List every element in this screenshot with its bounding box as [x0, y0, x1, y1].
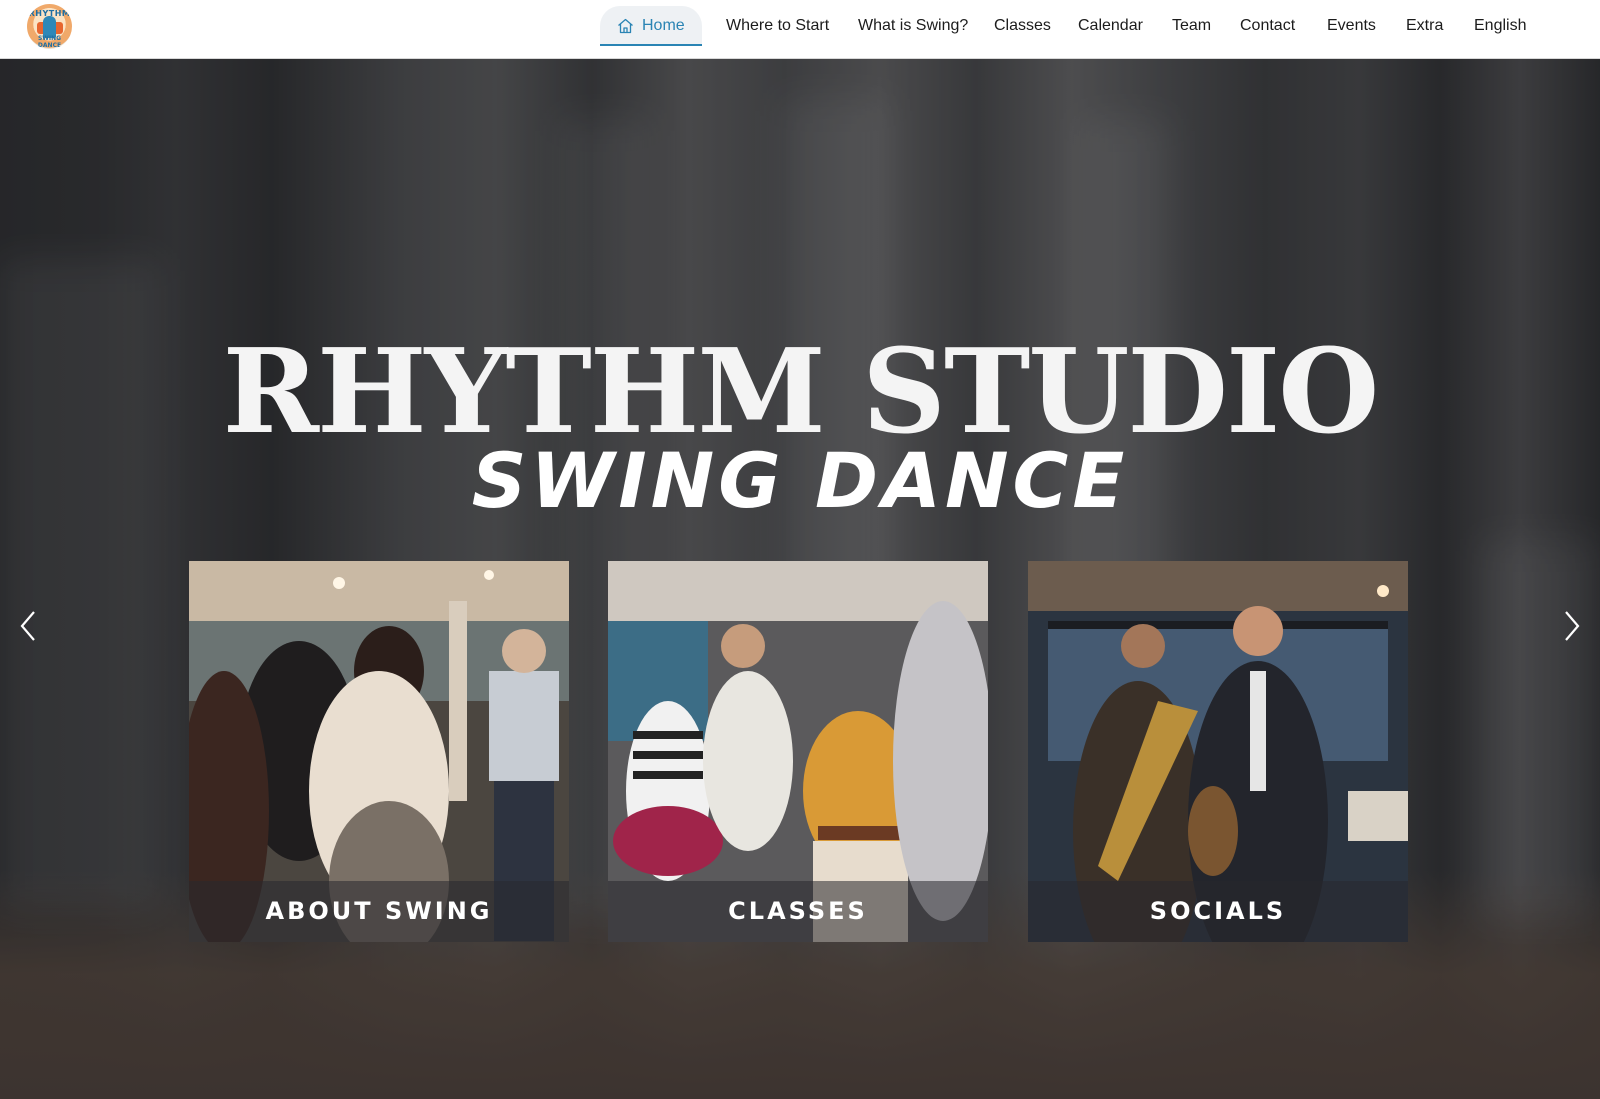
nav-team[interactable]: Team	[1172, 6, 1211, 46]
home-icon	[618, 18, 633, 34]
logo-text-bottom: SWING DANCE	[37, 35, 62, 49]
nav-calendar[interactable]: Calendar	[1078, 6, 1143, 46]
hero-subtitle: SWING DANCE	[471, 436, 1129, 525]
nav-classes[interactable]: Classes	[994, 6, 1051, 46]
nav-home[interactable]: Home	[600, 6, 702, 46]
carousel-next-button[interactable]	[1560, 606, 1584, 646]
nav-events[interactable]: Events	[1327, 6, 1376, 46]
nav-what-is-swing[interactable]: What is Swing?	[858, 6, 968, 46]
nav-home-label: Home	[642, 17, 685, 34]
card-classes-label: CLASSES	[608, 881, 988, 942]
nav-language[interactable]: English	[1474, 6, 1526, 46]
top-navigation-bar: RHYTHM SWING DANCE Home Where to Start W…	[0, 0, 1600, 59]
nav-extra[interactable]: Extra	[1406, 6, 1443, 46]
site-logo[interactable]: RHYTHM SWING DANCE	[27, 4, 72, 49]
nav-contact[interactable]: Contact	[1240, 6, 1295, 46]
card-about-swing[interactable]: ABOUT SWING	[189, 561, 569, 942]
carousel-prev-button[interactable]	[16, 606, 40, 646]
card-socials[interactable]: SOCIALS	[1028, 561, 1408, 942]
chevron-left-icon	[20, 611, 35, 641]
nav-where-to-start[interactable]: Where to Start	[726, 6, 829, 46]
card-socials-label: SOCIALS	[1028, 881, 1408, 942]
card-classes[interactable]: CLASSES	[608, 561, 988, 942]
chevron-right-icon	[1565, 611, 1580, 641]
hero-section: RHYTHM STUDIO SWING DANCE ABOUT SWING CL…	[0, 59, 1600, 1099]
card-about-swing-label: ABOUT SWING	[189, 881, 569, 942]
